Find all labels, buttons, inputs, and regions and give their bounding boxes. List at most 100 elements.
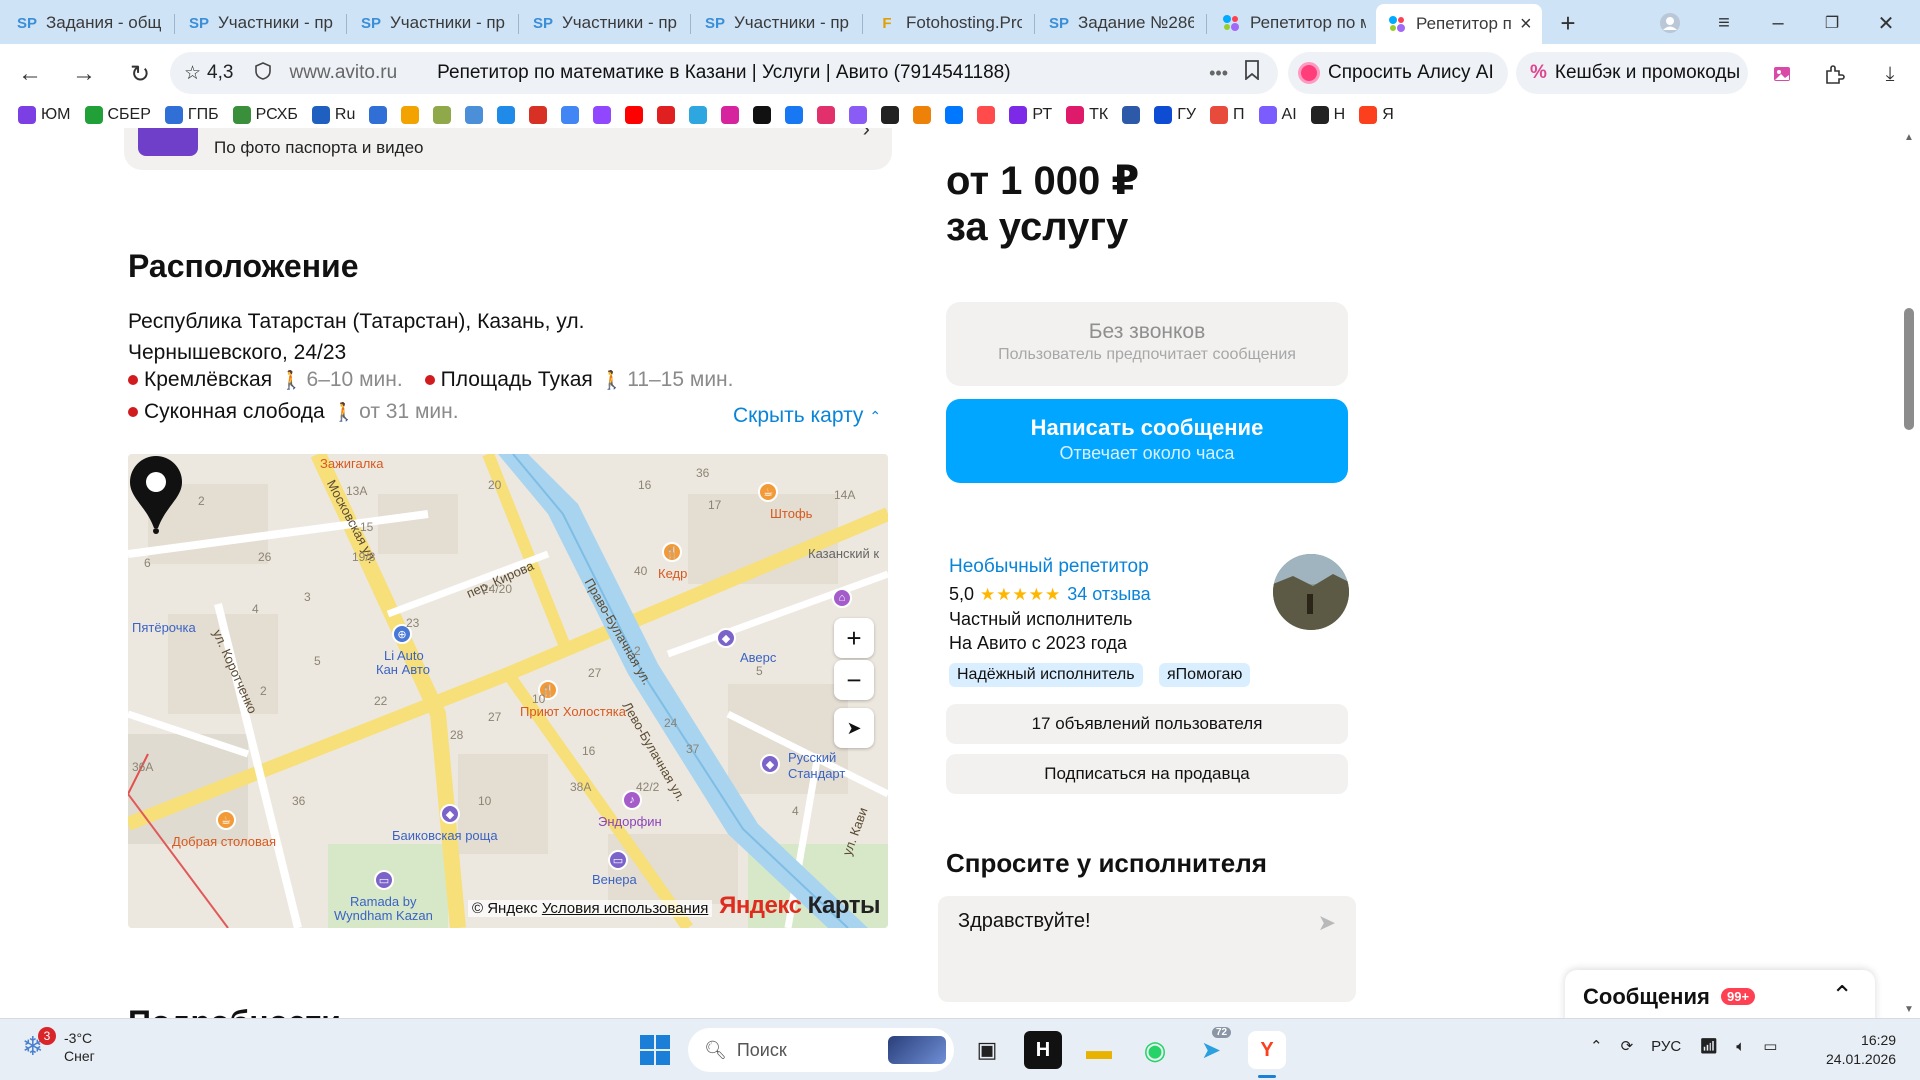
yandex-maps-logo[interactable]: Яндекс Карты bbox=[719, 892, 880, 920]
messages-panel[interactable]: Сообщения 99+ ⌃ bbox=[1565, 970, 1875, 1018]
restaurant-poi-icon[interactable]: 🍴 bbox=[662, 542, 682, 562]
shop-poi-icon[interactable]: ◆ bbox=[760, 754, 780, 774]
bookmark-item[interactable] bbox=[753, 106, 772, 124]
hotel-poi-icon[interactable]: ▭ bbox=[608, 850, 628, 870]
whatsapp-icon[interactable]: ◉ bbox=[1136, 1031, 1174, 1069]
clock[interactable]: 16:29 24.01.2026 bbox=[1826, 1031, 1896, 1069]
bookmark-item[interactable] bbox=[593, 106, 612, 124]
restore-icon[interactable]: ❐ bbox=[1812, 8, 1852, 38]
hotel-poi-icon[interactable]: ▭ bbox=[374, 870, 394, 890]
bookmark-item[interactable]: ГУ bbox=[1154, 106, 1196, 124]
bookmark-item[interactable] bbox=[401, 106, 420, 124]
task-view-icon[interactable]: ▣ bbox=[968, 1031, 1006, 1069]
bookmark-item[interactable] bbox=[433, 106, 452, 124]
app-h-icon[interactable]: Н bbox=[1024, 1031, 1062, 1069]
sync-icon[interactable]: ⟳ bbox=[1621, 1037, 1634, 1055]
scrollbar-thumb[interactable] bbox=[1904, 308, 1914, 430]
ask-alice-button[interactable]: Спросить Алису AI bbox=[1288, 52, 1508, 94]
volume-icon[interactable]: 🔈︎ bbox=[1736, 1038, 1745, 1055]
bookmark-item[interactable]: ТК bbox=[1066, 106, 1108, 124]
site-rating[interactable]: ☆ 4,3 bbox=[184, 62, 233, 85]
weather-widget[interactable]: ❄ 3 -3°C Снег bbox=[22, 1027, 95, 1065]
bookmark-item[interactable] bbox=[689, 106, 708, 124]
map-terms-link[interactable]: Условия использования bbox=[542, 900, 709, 917]
tab-3[interactable]: SP Участники - пр bbox=[350, 6, 516, 40]
bookmark-item[interactable] bbox=[561, 106, 580, 124]
picture-extension-icon[interactable] bbox=[1766, 58, 1798, 90]
scroll-up-icon[interactable]: ▲ bbox=[1904, 132, 1914, 143]
tab-5[interactable]: SP Участники - пр bbox=[694, 6, 860, 40]
tab-8[interactable]: Репетитор по м bbox=[1210, 6, 1376, 40]
bookmark-item[interactable]: Н bbox=[1310, 106, 1345, 124]
bookmark-icon[interactable] bbox=[1244, 60, 1260, 86]
chevron-up-icon[interactable]: ⌃ bbox=[1590, 1037, 1603, 1055]
new-tab-icon[interactable]: + bbox=[1548, 8, 1588, 38]
bookmark-item[interactable] bbox=[497, 106, 516, 124]
bookmark-item[interactable] bbox=[881, 106, 900, 124]
reload-icon[interactable]: ↻ bbox=[122, 56, 158, 92]
bookmark-item[interactable]: РТ bbox=[1009, 106, 1052, 124]
write-message-button[interactable]: Написать сообщение Отвечает около часа bbox=[946, 399, 1348, 483]
taskbar-search[interactable]: 🔍︎ Поиск bbox=[688, 1028, 954, 1072]
zoom-in-button[interactable]: + bbox=[834, 618, 874, 658]
extensions-icon[interactable] bbox=[1818, 58, 1850, 90]
menu-icon[interactable]: ≡ bbox=[1704, 8, 1744, 38]
scroll-down-icon[interactable]: ▼ bbox=[1904, 1004, 1914, 1015]
minimize-icon[interactable]: – bbox=[1758, 8, 1798, 38]
bookmark-item[interactable] bbox=[785, 106, 804, 124]
bookmark-item[interactable] bbox=[945, 106, 964, 124]
back-icon[interactable]: ← bbox=[12, 56, 48, 92]
reviews-link[interactable]: 34 отзыва bbox=[1067, 584, 1150, 605]
bookmark-item[interactable] bbox=[465, 106, 484, 124]
seller-avatar[interactable] bbox=[1273, 554, 1349, 630]
tab-2[interactable]: SP Участники - пр bbox=[178, 6, 344, 40]
location-pin-icon[interactable] bbox=[128, 454, 184, 534]
wifi-icon[interactable]: 📶︎ bbox=[1699, 1037, 1718, 1055]
more-icon[interactable]: ••• bbox=[1209, 63, 1228, 84]
bookmark-item[interactable]: П bbox=[1210, 106, 1245, 124]
shield-icon[interactable] bbox=[255, 61, 272, 85]
bookmark-item[interactable] bbox=[529, 106, 548, 124]
bookmark-item[interactable]: Ru bbox=[311, 106, 355, 124]
bookmark-item[interactable] bbox=[721, 106, 740, 124]
verification-card[interactable]: По фото паспорта и видео › bbox=[124, 128, 892, 170]
close-window-icon[interactable]: ✕ bbox=[1866, 8, 1906, 38]
bookmark-item[interactable] bbox=[369, 106, 388, 124]
shop-poi-icon[interactable]: ◆ bbox=[440, 804, 460, 824]
restaurant-poi-icon[interactable]: ☕ bbox=[216, 810, 236, 830]
profile-icon[interactable] bbox=[1650, 8, 1690, 38]
tab-active[interactable]: Репетитор п × bbox=[1376, 4, 1542, 44]
bookmark-item[interactable] bbox=[977, 106, 996, 124]
bookmark-item[interactable]: СБЕР bbox=[84, 106, 151, 124]
telegram-icon[interactable]: ➤ 72 bbox=[1192, 1027, 1232, 1069]
seller-name-link[interactable]: Необычный репетитор bbox=[949, 556, 1149, 578]
tab-7[interactable]: SP Задание №286 bbox=[1038, 6, 1204, 40]
close-tab-icon[interactable]: × bbox=[1520, 13, 1532, 36]
temple-poi-icon[interactable]: ⌂ bbox=[832, 588, 852, 608]
shop-poi-icon[interactable]: ◆ bbox=[716, 628, 736, 648]
page-scrollbar[interactable]: ▲ ▼ bbox=[1898, 128, 1920, 1018]
bookmark-item[interactable] bbox=[913, 106, 932, 124]
location-map[interactable]: Зажигалка ☕ Штофь 🍴 Кедр Казанский к Пят… bbox=[128, 454, 888, 928]
send-icon[interactable]: ➤ bbox=[1318, 910, 1336, 936]
subscribe-seller-button[interactable]: Подписаться на продавца bbox=[946, 754, 1348, 794]
zoom-out-button[interactable]: − bbox=[834, 660, 874, 700]
forward-icon[interactable]: → bbox=[66, 56, 102, 92]
address-bar[interactable]: ☆ 4,3 www.avito.ru Репетитор по математи… bbox=[170, 52, 1278, 94]
cashback-button[interactable]: % Кешбэк и промокоды bbox=[1516, 52, 1748, 94]
tab-6[interactable]: F Fotohosting.Pro bbox=[866, 6, 1032, 40]
chevron-up-icon[interactable]: ⌃ bbox=[1831, 980, 1853, 1011]
download-icon[interactable]: ⤓ bbox=[1874, 58, 1906, 90]
bookmark-item[interactable] bbox=[1122, 106, 1141, 124]
file-explorer-icon[interactable]: ▬ bbox=[1080, 1031, 1118, 1069]
battery-icon[interactable]: ▭ bbox=[1763, 1037, 1777, 1055]
bookmark-item[interactable]: ЮМ bbox=[18, 106, 71, 124]
restaurant-poi-icon[interactable]: ☕ bbox=[758, 482, 778, 502]
windows-start-icon[interactable] bbox=[640, 1035, 670, 1065]
tab-1[interactable]: SP Задания - общ bbox=[6, 6, 172, 40]
ask-message-input[interactable]: Здравствуйте! ➤ bbox=[938, 896, 1356, 1002]
bookmark-item[interactable] bbox=[817, 106, 836, 124]
hide-map-link[interactable]: Скрыть карту ⌃ bbox=[733, 404, 881, 428]
tab-4[interactable]: SP Участники - пр bbox=[522, 6, 688, 40]
yandex-browser-icon[interactable]: Y bbox=[1248, 1031, 1286, 1069]
